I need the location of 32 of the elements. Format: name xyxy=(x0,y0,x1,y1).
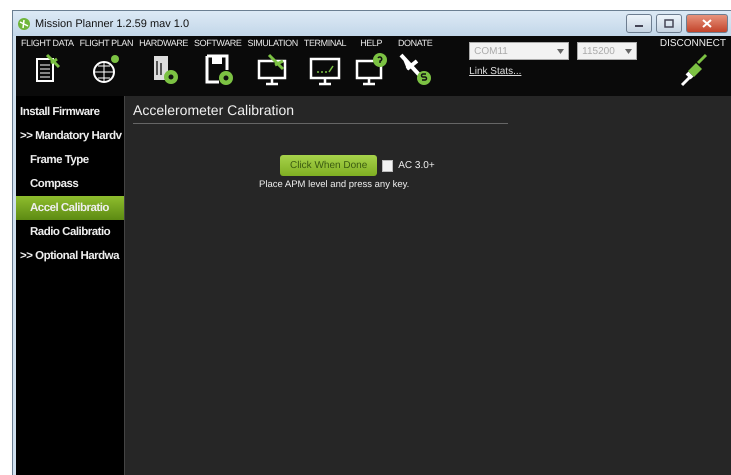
checkbox-label: AC 3.0+ xyxy=(398,160,435,171)
toolbar-button[interactable]: SOFTWARE xyxy=(191,36,244,87)
sidebar-item[interactable]: >> Mandatory Hardv xyxy=(16,124,124,148)
toolbar-button[interactable]: HARDWARE xyxy=(136,36,192,87)
sidebar-item[interactable]: Frame Type xyxy=(16,148,124,172)
maximize-icon xyxy=(664,19,674,28)
toolbar-button[interactable]: SIMULATION xyxy=(244,36,301,87)
minimize-button[interactable] xyxy=(626,14,652,33)
dropdown-arrow-icon xyxy=(625,48,632,54)
dropdown-arrow-icon xyxy=(557,48,564,54)
close-icon xyxy=(702,19,712,28)
close-button[interactable] xyxy=(686,14,728,33)
toolbar-button[interactable]: TERMINAL xyxy=(300,36,350,87)
sidebar-item[interactable]: >> Optional Hardwa xyxy=(16,244,124,268)
disconnect-button[interactable]: DISCONNECT xyxy=(654,36,731,89)
sidebar-item[interactable]: Compass xyxy=(16,172,124,196)
toolbar-button[interactable]: FLIGHT DATA xyxy=(18,36,77,87)
link-stats-link[interactable]: Link Stats... xyxy=(469,66,570,77)
checkbox[interactable] xyxy=(382,160,394,172)
panel-title: Accelerometer Calibration xyxy=(133,102,508,124)
app-logo-icon xyxy=(17,16,31,30)
help-monitor-icon xyxy=(353,51,390,87)
sidebar-item[interactable]: Radio Calibratio xyxy=(16,220,124,244)
toolbar-button[interactable]: HELP xyxy=(349,36,394,87)
toolbar-button[interactable]: FLIGHT PLAN xyxy=(76,36,136,87)
plane-dollar-icon xyxy=(397,51,434,87)
click-when-done-button[interactable]: Click When Done xyxy=(280,155,378,176)
window-title: Mission Planner 1.2.59 mav 1.0 xyxy=(35,18,190,30)
maximize-button[interactable] xyxy=(656,14,682,33)
instruction-text: Place APM level and press any key. xyxy=(259,179,410,190)
sidebar-item[interactable]: Install Firmware xyxy=(16,100,124,124)
toolbar-button[interactable]: DONATE xyxy=(393,36,438,87)
